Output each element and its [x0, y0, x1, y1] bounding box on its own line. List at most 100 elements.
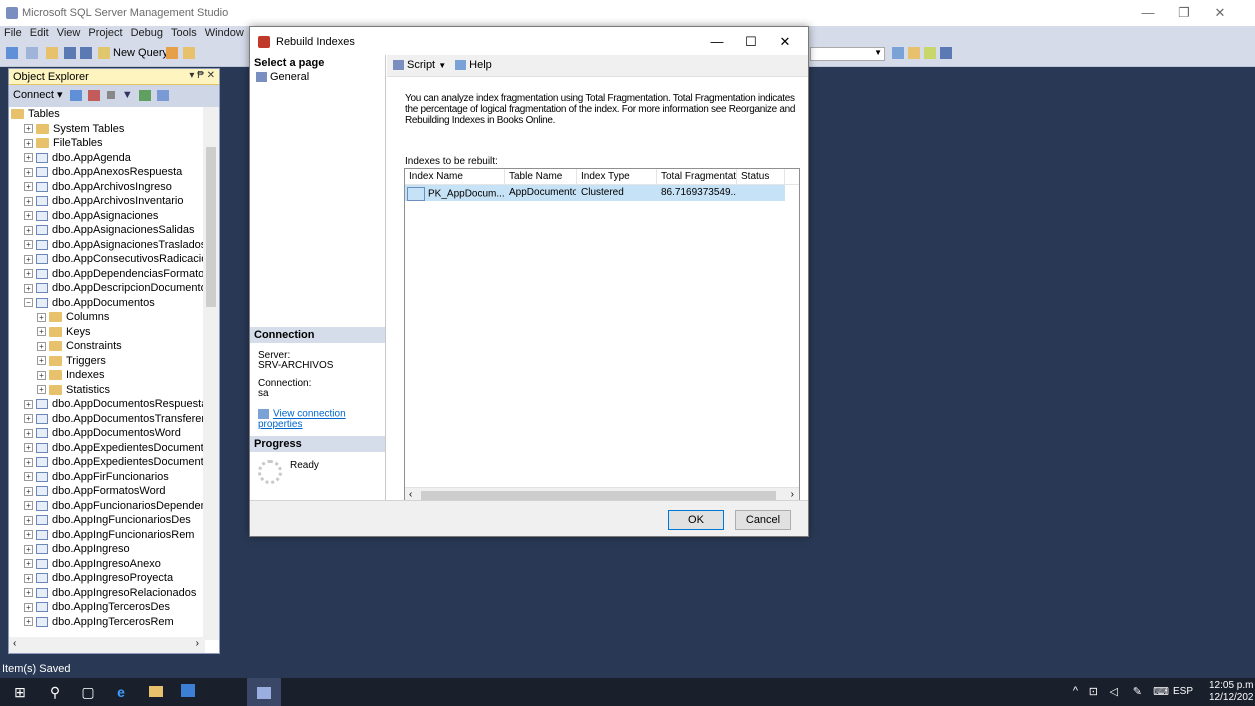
- restore-icon[interactable]: ❐: [1169, 4, 1199, 22]
- tree-horizontal-scrollbar[interactable]: ‹ ›: [9, 637, 205, 653]
- window-layout-icon[interactable]: [940, 47, 952, 63]
- expand-icon[interactable]: +: [37, 385, 46, 395]
- tree-vertical-scrollbar[interactable]: [203, 107, 219, 640]
- dialog-minimize-icon[interactable]: —: [702, 33, 732, 51]
- clock-date[interactable]: 12/12/202: [1209, 692, 1253, 703]
- expand-icon[interactable]: +: [37, 341, 46, 351]
- expand-icon[interactable]: +: [24, 530, 33, 540]
- tree-item[interactable]: + dbo.AppIngresoAnexo: [9, 557, 205, 572]
- expand-icon[interactable]: +: [24, 472, 33, 482]
- expand-icon[interactable]: +: [24, 414, 33, 424]
- cancel-button[interactable]: Cancel: [735, 510, 791, 530]
- activity-monitor-icon[interactable]: [156, 89, 169, 101]
- open-file-icon[interactable]: [46, 47, 58, 63]
- menu-view[interactable]: View: [53, 26, 85, 40]
- db-query-icon[interactable]: [166, 47, 178, 63]
- expand-icon[interactable]: +: [24, 196, 33, 206]
- expand-icon[interactable]: +: [24, 617, 33, 627]
- tree-item[interactable]: + Triggers: [9, 354, 205, 369]
- expand-icon[interactable]: +: [37, 356, 46, 366]
- volume-icon[interactable]: ◁: [1110, 685, 1118, 698]
- connect-icon[interactable]: [69, 89, 82, 101]
- properties-icon[interactable]: [892, 47, 904, 63]
- close-icon[interactable]: ✕: [1205, 4, 1235, 22]
- tree-item[interactable]: + dbo.AppDescripcionDocumentosRes: [9, 281, 205, 296]
- windows-start-icon[interactable]: ⊞: [12, 684, 28, 700]
- tree-item[interactable]: + dbo.AppAsignaciones: [9, 209, 205, 224]
- expand-icon[interactable]: +: [37, 327, 46, 337]
- expand-icon[interactable]: +: [24, 167, 33, 177]
- expand-icon[interactable]: +: [24, 138, 33, 148]
- expand-icon[interactable]: +: [24, 602, 33, 612]
- menu-edit[interactable]: Edit: [26, 26, 53, 40]
- scroll-right-icon[interactable]: ›: [196, 638, 199, 649]
- registered-servers-icon[interactable]: [908, 47, 920, 63]
- tree-item[interactable]: + dbo.AppIngresoRelacionados: [9, 586, 205, 601]
- save-icon[interactable]: [64, 47, 76, 63]
- expand-icon[interactable]: +: [24, 544, 33, 554]
- tree-item[interactable]: + dbo.AppAsignacionesTraslados: [9, 238, 205, 253]
- tree-item[interactable]: + dbo.AppDocumentosRespuesta: [9, 397, 205, 412]
- new-project-icon[interactable]: [6, 47, 18, 63]
- connect-button[interactable]: Connect ▾: [13, 89, 63, 101]
- expand-icon[interactable]: +: [24, 588, 33, 598]
- expand-icon[interactable]: +: [24, 153, 33, 163]
- expand-icon[interactable]: +: [24, 254, 33, 264]
- tree-item[interactable]: + dbo.AppIngreso: [9, 542, 205, 557]
- keyboard-icon[interactable]: ⌨: [1153, 685, 1169, 698]
- expand-icon[interactable]: +: [24, 225, 33, 235]
- menu-tools[interactable]: Tools: [167, 26, 201, 40]
- expand-icon[interactable]: +: [24, 457, 33, 467]
- expand-icon[interactable]: +: [24, 283, 33, 293]
- tree-item[interactable]: + Constraints: [9, 339, 205, 354]
- refresh-icon[interactable]: [138, 89, 151, 101]
- column-table-name[interactable]: Table Name: [505, 169, 577, 184]
- language-indicator[interactable]: ESP: [1173, 686, 1193, 697]
- expand-icon[interactable]: +: [24, 211, 33, 221]
- save-all-icon[interactable]: [80, 47, 92, 63]
- expand-icon[interactable]: +: [37, 370, 46, 380]
- menu-window[interactable]: Window: [201, 26, 248, 40]
- expand-icon[interactable]: +: [24, 559, 33, 569]
- pane-controls[interactable]: ▾ ₱ ✕: [189, 70, 215, 81]
- tree-item[interactable]: + dbo.AppExpedientesDocumentales: [9, 441, 205, 456]
- expand-icon[interactable]: +: [24, 269, 33, 279]
- file-explorer-icon[interactable]: [148, 684, 164, 700]
- task-view-icon[interactable]: ▢: [80, 684, 96, 700]
- tree-item[interactable]: + dbo.AppIngFuncionariosRem: [9, 528, 205, 543]
- tree-item[interactable]: + dbo.AppFirFuncionarios: [9, 470, 205, 485]
- tree-item[interactable]: + dbo.AppAsignacionesSalidas: [9, 223, 205, 238]
- analysis-icon[interactable]: [183, 47, 195, 63]
- search-icon[interactable]: ⚲: [47, 684, 63, 700]
- tree-item[interactable]: + Columns: [9, 310, 205, 325]
- tree-item[interactable]: + dbo.AppExpedientesDocumentos: [9, 455, 205, 470]
- expand-icon[interactable]: +: [24, 399, 33, 409]
- tree-item[interactable]: Tables: [9, 107, 205, 122]
- expand-icon[interactable]: +: [24, 240, 33, 250]
- tree-item[interactable]: + dbo.AppDocumentosTransferencia: [9, 412, 205, 427]
- dialog-maximize-icon[interactable]: ☐: [736, 33, 766, 51]
- network-icon[interactable]: ⊡: [1089, 685, 1098, 698]
- column-status[interactable]: Status: [737, 169, 785, 184]
- view-connection-properties-link[interactable]: View connection properties: [258, 409, 377, 430]
- row-checkbox[interactable]: [407, 187, 425, 201]
- column-index-name[interactable]: Index Name: [405, 169, 505, 184]
- table-row[interactable]: PK_AppDocum... AppDocumentos Clustered 8…: [405, 185, 799, 201]
- tree-item[interactable]: + dbo.AppFuncionariosDependencias: [9, 499, 205, 514]
- view-connection-properties-text[interactable]: View connection properties: [258, 409, 346, 430]
- tray-chevron-icon[interactable]: ^: [1073, 685, 1078, 697]
- minimize-icon[interactable]: —: [1133, 4, 1163, 22]
- expand-icon[interactable]: +: [24, 501, 33, 511]
- solution-config-dropdown[interactable]: ▼: [810, 47, 885, 61]
- script-button[interactable]: Script ▼: [393, 59, 446, 71]
- menu-project[interactable]: Project: [84, 26, 126, 40]
- expand-icon[interactable]: +: [24, 428, 33, 438]
- help-button[interactable]: Help: [455, 59, 492, 71]
- scroll-left-icon[interactable]: ‹: [13, 638, 16, 649]
- tree-item[interactable]: + dbo.AppAgenda: [9, 151, 205, 166]
- pen-icon[interactable]: ✎: [1133, 685, 1142, 698]
- stop-icon[interactable]: [106, 91, 115, 100]
- tree-item[interactable]: + dbo.AppArchivosIngreso: [9, 180, 205, 195]
- collapse-icon[interactable]: −: [24, 298, 33, 308]
- menu-debug[interactable]: Debug: [127, 26, 167, 40]
